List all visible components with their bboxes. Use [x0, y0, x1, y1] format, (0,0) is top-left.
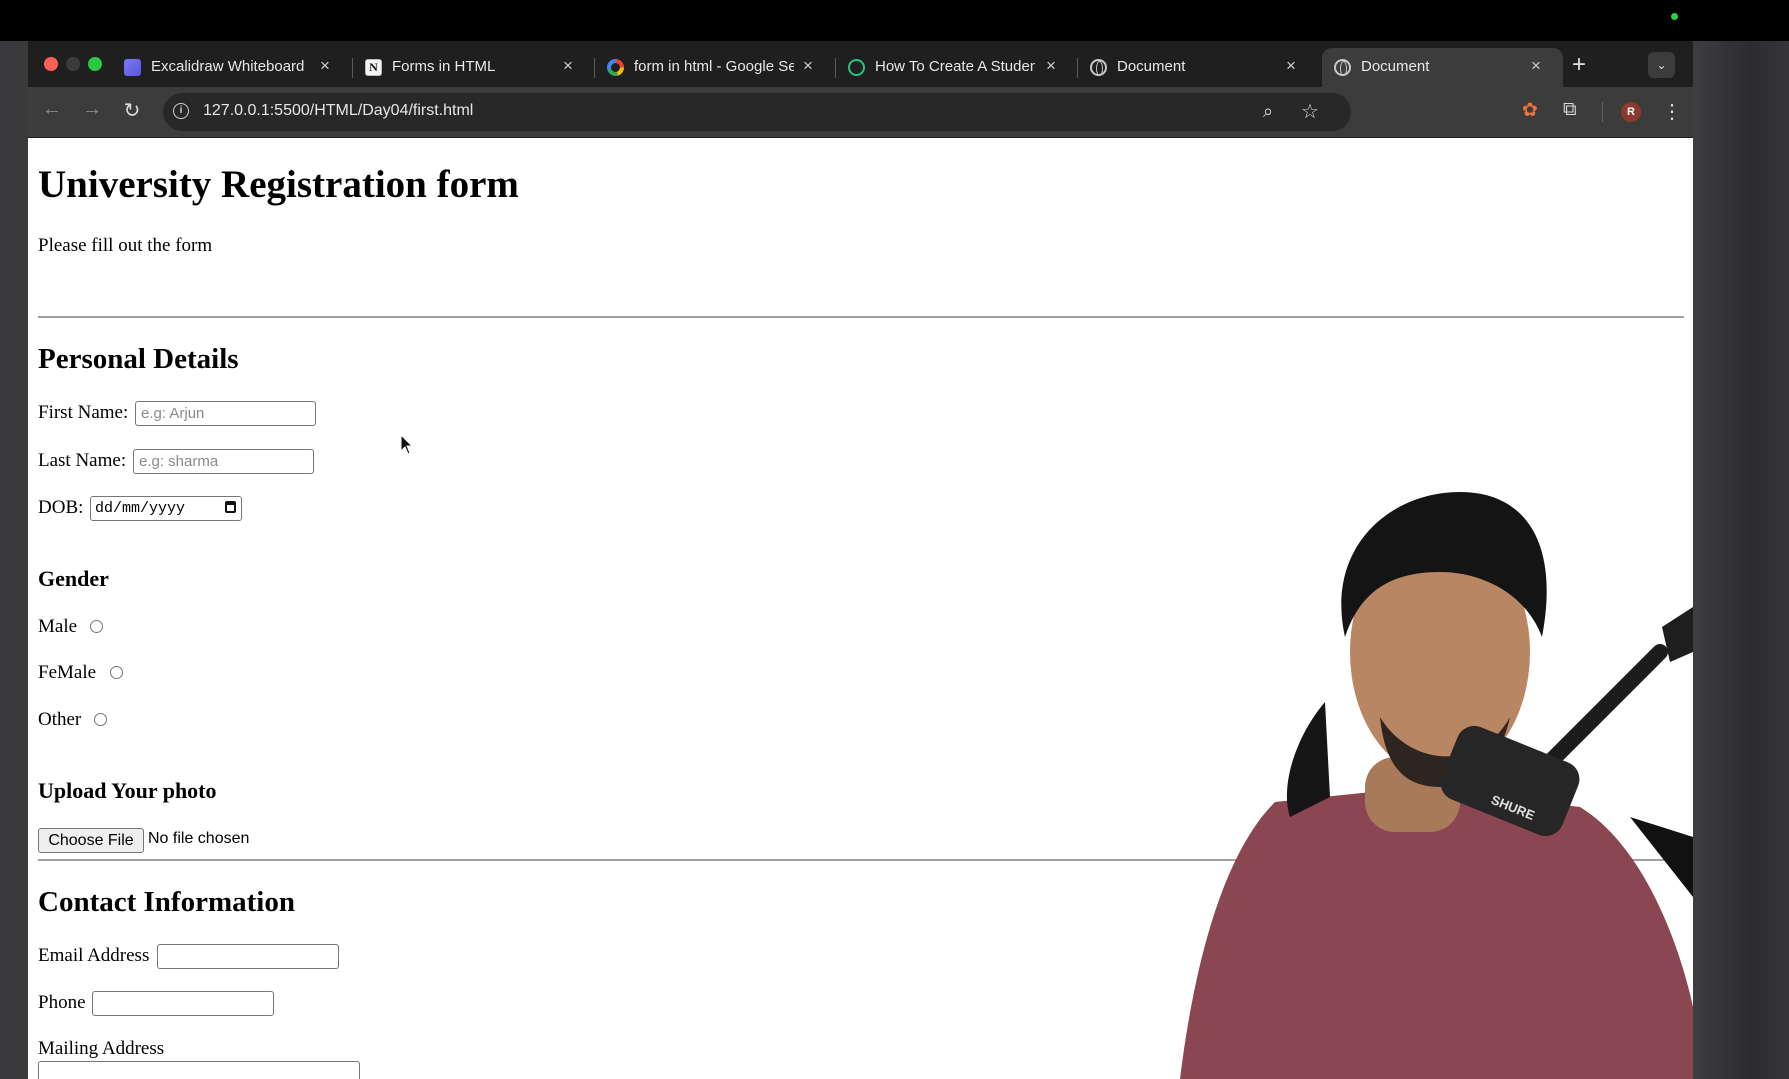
browser-menu-icon[interactable]: ⋮ [1662, 99, 1682, 124]
desktop-background [1693, 41, 1789, 1079]
google-icon [607, 59, 624, 76]
first-name-input[interactable] [135, 401, 316, 426]
calendar-icon[interactable] [225, 501, 236, 513]
page-title: University Registration form [38, 163, 519, 206]
mic-arm [1532, 644, 1668, 780]
reload-icon[interactable]: ↻ [119, 98, 145, 123]
tab-title: Excalidraw Whiteboard [151, 58, 305, 75]
extensions-puzzle-icon[interactable]: ⧉ [1563, 99, 1577, 121]
recording-indicator [1671, 13, 1678, 20]
dob-date-input[interactable]: dd/mm/yyyy [90, 496, 242, 521]
excalidraw-icon [124, 59, 141, 76]
gender-option-label: Other [38, 709, 82, 730]
page-intro: Please fill out the form [38, 235, 213, 256]
close-tab-icon[interactable]: × [1281, 56, 1301, 76]
site-icon [848, 59, 865, 76]
close-tab-icon[interactable]: × [798, 56, 818, 76]
first-name-label: First Name: [38, 402, 129, 423]
address-bar[interactable]: i 127.0.0.1:5500/HTML/Day04/first.html ⌕… [163, 93, 1351, 131]
maximize-window-button[interactable] [88, 57, 102, 71]
close-tab-icon[interactable]: × [1041, 56, 1061, 76]
section-heading-gender: Gender [38, 566, 109, 591]
phone-input[interactable] [92, 991, 274, 1016]
tab-forms-in-html[interactable]: N Forms in HTML × [353, 48, 595, 87]
mouse-pointer-icon [400, 434, 414, 455]
tab-search-button[interactable]: ⌄ [1648, 52, 1675, 78]
file-status-text: No file chosen [148, 830, 250, 847]
globe-icon [1334, 59, 1351, 76]
last-name-label: Last Name: [38, 450, 127, 471]
back-arrow-icon[interactable]: ← [39, 98, 65, 121]
cookie-extension-icon[interactable]: ✿ [1522, 99, 1538, 122]
section-heading-personal: Personal Details [38, 343, 239, 375]
gender-option-label: Male [38, 616, 78, 637]
globe-icon [1090, 59, 1107, 76]
profile-avatar[interactable]: R [1621, 102, 1641, 122]
phone-label: Phone [38, 992, 86, 1013]
close-tab-icon[interactable]: × [558, 56, 578, 76]
notion-icon: N [365, 59, 382, 76]
bookmark-star-icon[interactable]: ☆ [1301, 99, 1319, 124]
close-tab-icon[interactable]: × [315, 56, 335, 76]
dob-date-value: dd/mm/yyyy [95, 500, 186, 517]
email-label: Email Address [38, 945, 150, 966]
tab-title: Forms in HTML [392, 58, 496, 75]
url-text[interactable]: 127.0.0.1:5500/HTML/Day04/first.html [203, 102, 473, 120]
new-tab-button[interactable]: + [1572, 51, 1586, 79]
choose-file-button[interactable]: Choose File [38, 828, 144, 853]
chair-back [1286, 702, 1330, 817]
last-name-input[interactable] [133, 449, 314, 474]
tab-excalidraw[interactable]: Excalidraw Whiteboard × [112, 48, 353, 87]
tab-student-form[interactable]: How To Create A Student × [836, 48, 1078, 87]
divider [38, 316, 1684, 318]
tab-title: form in html - Google Sea [634, 58, 794, 75]
section-heading-upload: Upload Your photo [38, 778, 217, 803]
browser-toolbar: ← → ↻ i 127.0.0.1:5500/HTML/Day04/first.… [28, 87, 1693, 137]
tab-strip: Excalidraw Whiteboard × N Forms in HTML … [28, 41, 1693, 87]
section-heading-contact: Contact Information [38, 886, 295, 918]
gender-female-radio[interactable] [110, 666, 123, 679]
gender-other-radio[interactable] [94, 713, 107, 726]
tab-google-search[interactable]: form in html - Google Sea × [595, 48, 836, 87]
tab-document[interactable]: Document × [1078, 48, 1319, 87]
dob-label: DOB: [38, 497, 84, 518]
mailing-address-textarea[interactable] [38, 1061, 360, 1079]
close-window-button[interactable] [44, 57, 58, 71]
site-info-icon[interactable]: i [173, 103, 189, 119]
minimize-window-button[interactable] [66, 57, 80, 71]
presenter-webcam-overlay: SHURE [1180, 492, 1693, 1079]
forward-arrow-icon[interactable]: → [79, 98, 105, 121]
tab-title: Document [1117, 58, 1186, 75]
toolbar-divider [1602, 102, 1603, 122]
tab-title: How To Create A Student [875, 58, 1035, 75]
tab-document-active[interactable]: Document × [1322, 48, 1563, 87]
tab-title: Document [1361, 58, 1430, 75]
mailing-address-label: Mailing Address [38, 1038, 165, 1059]
close-tab-icon[interactable]: × [1526, 56, 1546, 76]
email-input[interactable] [157, 944, 339, 969]
menu-bar [0, 0, 1789, 41]
gender-male-radio[interactable] [90, 620, 103, 633]
zoom-icon[interactable]: ⌕ [1263, 101, 1273, 122]
gender-option-label: FeMale [38, 662, 97, 683]
